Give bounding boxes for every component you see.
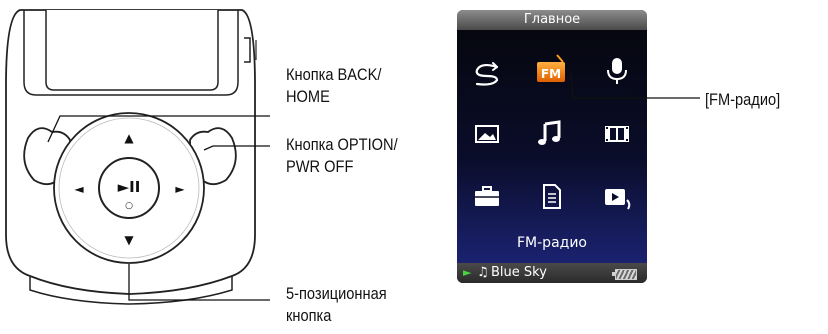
back-home-label-line1: Кнопка BACK/ [286, 65, 382, 84]
photo-icon[interactable] [467, 116, 507, 152]
document-icon[interactable] [531, 178, 571, 214]
right-arrow-icon: ► [175, 182, 185, 196]
track-title: Blue Sky [491, 265, 547, 280]
battery-icon [615, 269, 637, 280]
microphone-icon[interactable] [597, 52, 637, 88]
music-note-small-icon: ♫ [477, 265, 489, 280]
fm-radio-icon[interactable]: FM [531, 52, 571, 88]
five-way-label: 5-позиционная кнопка [286, 283, 387, 327]
play-status-icon: ► [463, 266, 472, 279]
option-pwr-label-line1: Кнопка OPTION/ [286, 135, 398, 154]
up-arrow-icon: ▲ [124, 131, 134, 145]
fm-radio-label: [FM-радио] [705, 90, 781, 109]
menu-grid: FM FM-радио [457, 30, 647, 263]
status-bar: ► ♫ Blue Sky [457, 263, 647, 283]
player-screen: Главное FM FM-радио ► ♫ Blue Sky [457, 10, 647, 283]
five-way-label-line1: 5-позиционная [286, 284, 387, 303]
option-pwr-label: Кнопка OPTION/ PWR OFF [286, 134, 398, 178]
back-home-label-line2: HOME [286, 87, 330, 106]
screen-caption: FM-радио [517, 235, 587, 251]
back-home-label: Кнопка BACK/ HOME [286, 64, 381, 108]
now-playing-icon[interactable] [597, 178, 637, 214]
shuffle-icon[interactable] [467, 54, 507, 90]
option-pwr-label-line2: PWR OFF [286, 157, 354, 176]
play-pause-icon: ►II [118, 178, 141, 196]
video-film-icon[interactable] [597, 116, 637, 152]
fm-badge-text: FM [541, 67, 561, 81]
screen-title: Главное [457, 10, 647, 30]
center-dot-icon: ○ [125, 201, 133, 211]
music-note-icon[interactable] [531, 114, 571, 150]
five-way-label-line2: кнопка [286, 306, 332, 325]
device-screen-window [45, 10, 219, 91]
left-arrow-icon: ◄ [74, 182, 84, 196]
down-arrow-icon: ▼ [124, 233, 134, 247]
device-illustration: ▲ ▼ ◄ ► ►II ○ [5, 9, 257, 305]
toolbox-icon[interactable] [467, 178, 507, 214]
